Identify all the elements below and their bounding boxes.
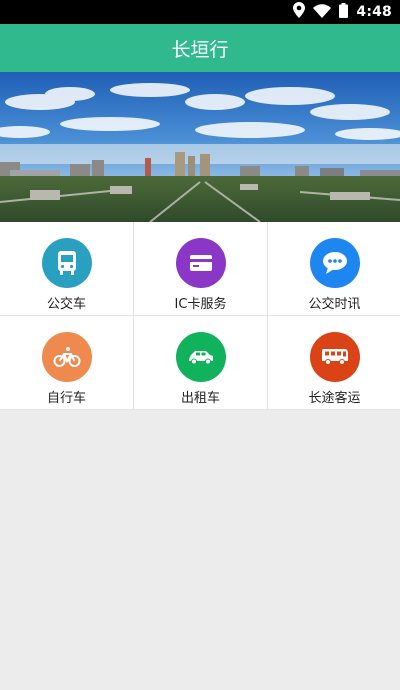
menu-item-label: 长途客运: [308, 391, 361, 406]
menu-item-label: 自行车: [46, 391, 86, 406]
status-bar: 4:48: [0, 0, 400, 24]
banner-image[interactable]: [0, 72, 400, 222]
chat-icon: [309, 238, 360, 288]
city-skyline-image: [0, 72, 400, 222]
menu-item-bus[interactable]: 公交车: [0, 222, 133, 315]
taxi-icon: [175, 332, 226, 382]
menu-item-label: IC卡服务: [174, 297, 227, 312]
service-grid: 公交车 IC卡服务 公交时讯 自行车 出租车 长途客运: [0, 222, 400, 410]
menu-item-label: 公交时讯: [308, 297, 361, 312]
menu-item-label: 出租车: [180, 391, 220, 406]
bicycle-icon: [41, 332, 92, 382]
status-time: 4:48: [356, 4, 392, 20]
coach-icon: [309, 332, 360, 382]
battery-icon: [339, 2, 349, 22]
wifi-icon: [313, 3, 332, 22]
bus-icon: [41, 238, 92, 288]
menu-item-ic-card[interactable]: IC卡服务: [134, 222, 267, 315]
menu-item-taxi[interactable]: 出租车: [134, 316, 267, 409]
app-title: 长垣行: [171, 38, 229, 61]
card-icon: [175, 238, 226, 288]
menu-item-bus-info[interactable]: 公交时讯: [268, 222, 400, 315]
app-bar: 长垣行: [0, 24, 400, 72]
status-icons: 4:48: [293, 0, 392, 24]
location-icon: [293, 2, 306, 22]
menu-item-bicycle[interactable]: 自行车: [0, 316, 133, 409]
menu-item-coach[interactable]: 长途客运: [268, 316, 400, 409]
menu-item-label: 公交车: [46, 297, 86, 312]
